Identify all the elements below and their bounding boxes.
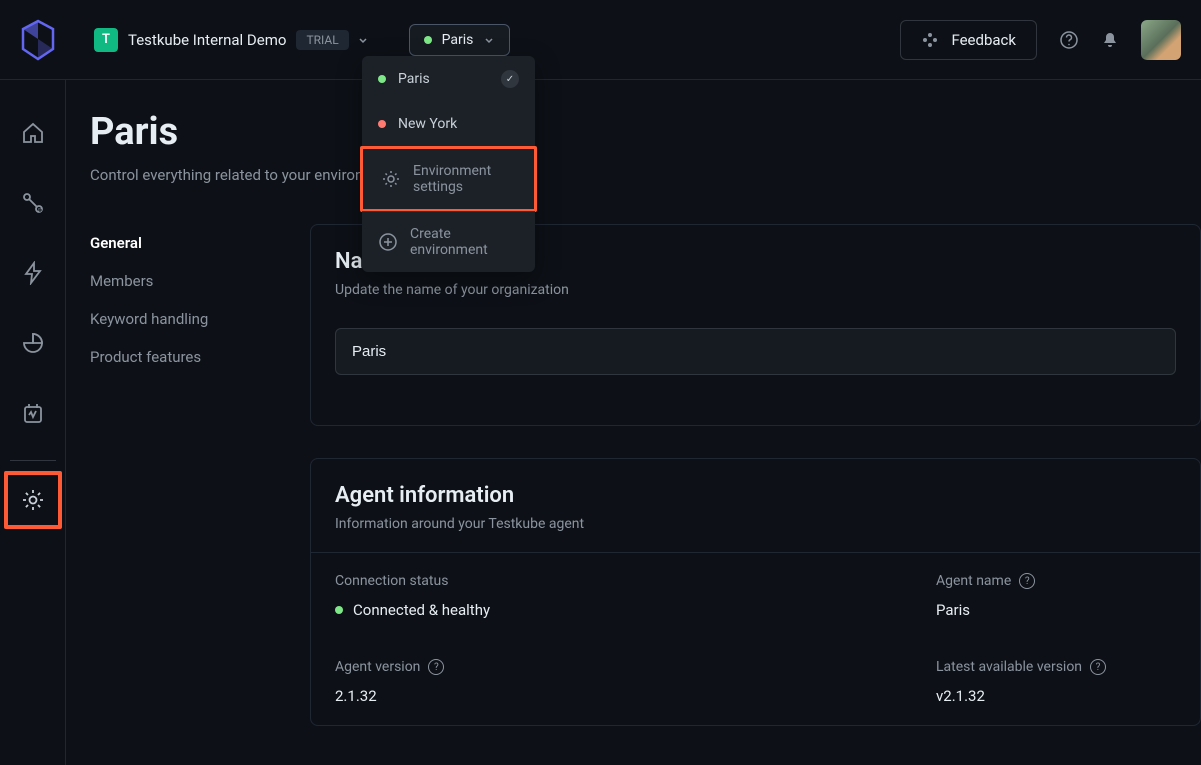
subnav-features[interactable]: Product features bbox=[90, 338, 250, 376]
avatar[interactable] bbox=[1141, 20, 1181, 60]
env-settings-label: Environment settings bbox=[413, 163, 516, 195]
header: T Testkube Internal Demo TRIAL Paris Fee… bbox=[0, 0, 1201, 80]
environment-dropdown: Paris ✓ New York Environment settings Cr… bbox=[362, 56, 535, 272]
help-icon[interactable]: ? bbox=[1019, 573, 1035, 589]
status-dot-icon bbox=[335, 606, 343, 614]
sidebar-settings[interactable] bbox=[10, 477, 56, 523]
agent-panel-desc: Information around your Testkube agent bbox=[335, 516, 1176, 532]
env-selected-label: Paris bbox=[442, 32, 474, 48]
sidebar-triggers[interactable] bbox=[10, 250, 56, 296]
subnav-keyword[interactable]: Keyword handling bbox=[90, 300, 250, 338]
agent-name-label: Agent name bbox=[936, 573, 1011, 589]
sidebar-analytics[interactable] bbox=[10, 320, 56, 366]
chevron-down-icon[interactable] bbox=[357, 34, 369, 46]
org-name-input[interactable] bbox=[335, 328, 1176, 375]
help-icon[interactable] bbox=[1059, 30, 1079, 50]
status-dot-icon bbox=[378, 120, 386, 128]
trial-badge: TRIAL bbox=[296, 30, 348, 50]
sidebar-status[interactable] bbox=[10, 390, 56, 436]
subnav-general[interactable]: General bbox=[90, 224, 250, 262]
help-icon[interactable]: ? bbox=[1090, 659, 1106, 675]
sidebar-workflows[interactable] bbox=[10, 180, 56, 226]
org-name[interactable]: Testkube Internal Demo bbox=[128, 31, 286, 49]
logo bbox=[20, 19, 56, 61]
feedback-button[interactable]: Feedback bbox=[900, 20, 1037, 60]
gear-icon bbox=[381, 169, 401, 189]
create-environment-button[interactable]: Create environment bbox=[362, 212, 535, 272]
chevron-down-icon bbox=[483, 34, 495, 46]
page-subtitle: Control everything related to your envir… bbox=[90, 166, 1201, 184]
env-option-paris[interactable]: Paris ✓ bbox=[362, 56, 535, 102]
create-env-label: Create environment bbox=[410, 226, 519, 258]
agent-version-value: 2.1.32 bbox=[335, 687, 856, 705]
agent-panel: Agent information Information around you… bbox=[310, 458, 1201, 726]
help-icon[interactable]: ? bbox=[428, 659, 444, 675]
bell-icon[interactable] bbox=[1101, 31, 1119, 49]
slack-icon bbox=[921, 31, 939, 49]
org-avatar: T bbox=[94, 28, 118, 52]
agent-version-label: Agent version bbox=[335, 659, 420, 675]
check-icon: ✓ bbox=[501, 70, 519, 88]
connection-status-label: Connection status bbox=[335, 573, 856, 589]
status-dot-icon bbox=[378, 75, 386, 83]
env-option-label: Paris bbox=[398, 71, 430, 87]
subnav: General Members Keyword handling Product… bbox=[90, 224, 250, 758]
env-option-label: New York bbox=[398, 116, 457, 132]
connection-status-value: Connected & healthy bbox=[353, 601, 490, 619]
page-title: Paris bbox=[90, 110, 1201, 154]
plus-circle-icon bbox=[378, 232, 398, 252]
feedback-label: Feedback bbox=[951, 31, 1016, 49]
subnav-members[interactable]: Members bbox=[90, 262, 250, 300]
divider bbox=[10, 460, 56, 461]
name-panel-desc: Update the name of your organization bbox=[335, 282, 1176, 298]
environment-selector[interactable]: Paris bbox=[409, 24, 511, 56]
latest-version-value: v2.1.32 bbox=[936, 687, 1176, 705]
env-option-newyork[interactable]: New York bbox=[362, 102, 535, 146]
highlight: Environment settings bbox=[360, 146, 537, 212]
sidebar-home[interactable] bbox=[10, 110, 56, 156]
sidebar bbox=[0, 80, 66, 765]
environment-settings-button[interactable]: Environment settings bbox=[365, 149, 532, 209]
highlight bbox=[4, 471, 62, 529]
agent-name-value: Paris bbox=[936, 601, 1176, 619]
status-dot-icon bbox=[424, 36, 432, 44]
agent-panel-title: Agent information bbox=[335, 483, 1176, 508]
latest-version-label: Latest available version bbox=[936, 659, 1082, 675]
